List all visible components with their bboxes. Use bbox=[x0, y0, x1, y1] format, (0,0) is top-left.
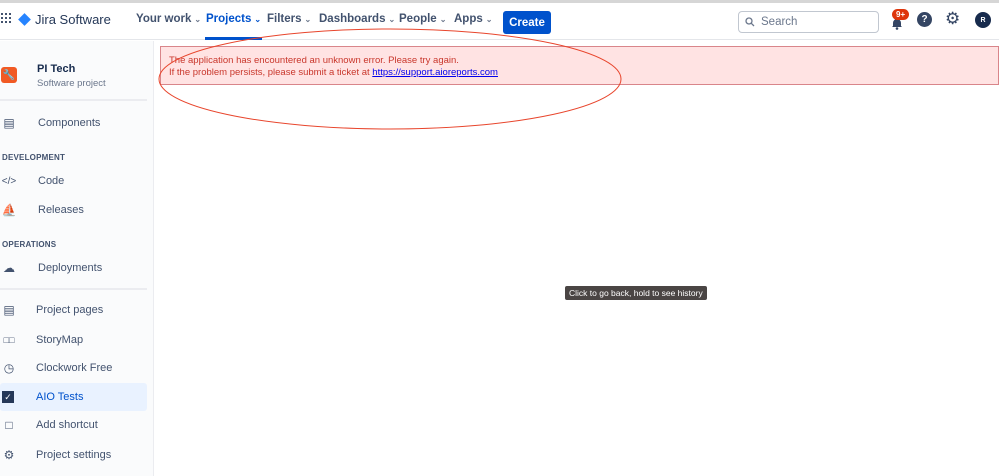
page-icon: ▤ bbox=[3, 303, 15, 317]
checkbox-icon: ✓ bbox=[2, 391, 14, 403]
nav-label: Dashboards bbox=[319, 13, 386, 25]
sidebar-item-label: Clockwork Free bbox=[36, 362, 113, 374]
help-icon[interactable]: ? bbox=[917, 12, 932, 27]
avatar-initial: R bbox=[980, 16, 986, 24]
chevron-down-icon: ⌄ bbox=[254, 14, 262, 24]
sidebar-item-label: Project pages bbox=[36, 304, 104, 316]
settings-gear-icon[interactable]: ⚙ bbox=[945, 9, 960, 29]
nav-apps[interactable]: Apps ⌄ bbox=[454, 13, 492, 25]
sidebar-item-label: StoryMap bbox=[36, 334, 84, 346]
add-shortcut-icon: □ bbox=[5, 418, 13, 432]
avatar[interactable]: R bbox=[975, 12, 991, 28]
sidebar-item-deployments[interactable]: ☁ Deployments bbox=[0, 255, 147, 281]
nav-label: Filters bbox=[267, 13, 302, 25]
sidebar-item-label: Add shortcut bbox=[36, 419, 98, 431]
notifications-button[interactable]: 9+ bbox=[889, 9, 910, 30]
search-input[interactable]: Search bbox=[738, 11, 879, 33]
nav-label: Apps bbox=[454, 13, 483, 25]
back-button-tooltip: Click to go back, hold to see history bbox=[565, 286, 707, 300]
sidebar-item-releases[interactable]: ⛵ Releases bbox=[0, 197, 147, 223]
nav-people[interactable]: People ⌄ bbox=[399, 13, 446, 25]
jira-diamond-icon bbox=[18, 13, 31, 26]
project-avatar-icon: 🔧 bbox=[1, 67, 17, 83]
chevron-down-icon: ⌄ bbox=[388, 14, 396, 24]
chevron-down-icon: ⌄ bbox=[485, 14, 493, 24]
sidebar-item-label: Releases bbox=[38, 204, 84, 216]
gear-icon: ⚙ bbox=[3, 448, 15, 462]
sidebar-item-label: Code bbox=[38, 175, 65, 187]
nav-dashboards[interactable]: Dashboards ⌄ bbox=[319, 13, 395, 25]
chevron-down-icon: ⌄ bbox=[304, 14, 312, 24]
project-name[interactable]: PI Tech bbox=[37, 63, 75, 75]
app-switcher-icon[interactable] bbox=[1, 13, 11, 23]
sidebar-item-storymap[interactable]: □□ StoryMap bbox=[0, 327, 147, 353]
code-icon: </> bbox=[1, 175, 17, 187]
error-help-text: If the problem persists, please submit a… bbox=[169, 66, 373, 78]
divider bbox=[0, 99, 147, 101]
sidebar-item-project-pages[interactable]: ▤ Project pages bbox=[0, 297, 147, 323]
error-help-line: If the problem persists, please submit a… bbox=[169, 67, 990, 79]
nav-projects[interactable]: Projects ⌄ bbox=[204, 13, 263, 40]
nav-label: Projects bbox=[206, 13, 252, 25]
sidebar-item-clockwork[interactable]: ◷ Clockwork Free bbox=[0, 355, 147, 381]
project-type: Software project bbox=[37, 78, 106, 89]
app-name: Jira Software bbox=[35, 12, 111, 27]
error-banner: The application has encountered an unkno… bbox=[160, 46, 999, 85]
sidebar-item-label: Components bbox=[38, 117, 101, 129]
ship-icon: ⛵ bbox=[1, 203, 17, 217]
error-message: The application has encountered an unkno… bbox=[169, 55, 459, 66]
components-icon: ▤ bbox=[3, 116, 15, 130]
jira-logo[interactable]: Jira Software bbox=[18, 12, 111, 27]
section-operations: OPERATIONS bbox=[2, 240, 57, 249]
notifications-badge: 9+ bbox=[892, 9, 910, 20]
nav-your-work[interactable]: Your work ⌄ bbox=[136, 13, 201, 25]
sidebar-item-label: Project settings bbox=[36, 449, 112, 461]
sidebar-item-components[interactable]: ▤ Components bbox=[0, 110, 147, 136]
section-development: DEVELOPMENT bbox=[2, 153, 66, 162]
cloud-upload-icon: ☁ bbox=[3, 261, 15, 275]
nav-label: Your work bbox=[136, 13, 192, 25]
sidebar-item-add-shortcut[interactable]: □ Add shortcut bbox=[0, 412, 147, 438]
sidebar-item-aio-tests[interactable]: ✓ AIO Tests bbox=[0, 383, 147, 411]
sidebar-item-project-settings[interactable]: ⚙ Project settings bbox=[0, 442, 147, 468]
nav-label: People bbox=[399, 13, 437, 25]
sidebar-item-code[interactable]: </> Code bbox=[0, 168, 147, 194]
create-button[interactable]: Create bbox=[503, 11, 551, 34]
nav-filters[interactable]: Filters ⌄ bbox=[267, 13, 311, 25]
top-navigation: Jira Software Your work ⌄ Projects ⌄ Filte… bbox=[0, 3, 999, 40]
project-sidebar: 🔧 PI Tech Software project ▤ Components D… bbox=[0, 41, 154, 476]
sidebar-item-label: AIO Tests bbox=[36, 391, 84, 403]
storymap-icon: □□ bbox=[3, 335, 15, 345]
divider bbox=[0, 288, 147, 290]
chevron-down-icon: ⌄ bbox=[439, 14, 447, 24]
support-link[interactable]: https://support.aioreports.com bbox=[372, 67, 498, 78]
chevron-down-icon: ⌄ bbox=[194, 14, 202, 24]
sidebar-item-label: Deployments bbox=[38, 262, 103, 274]
clock-icon: ◷ bbox=[3, 361, 15, 375]
search-placeholder: Search bbox=[761, 16, 798, 28]
search-icon bbox=[745, 17, 755, 27]
